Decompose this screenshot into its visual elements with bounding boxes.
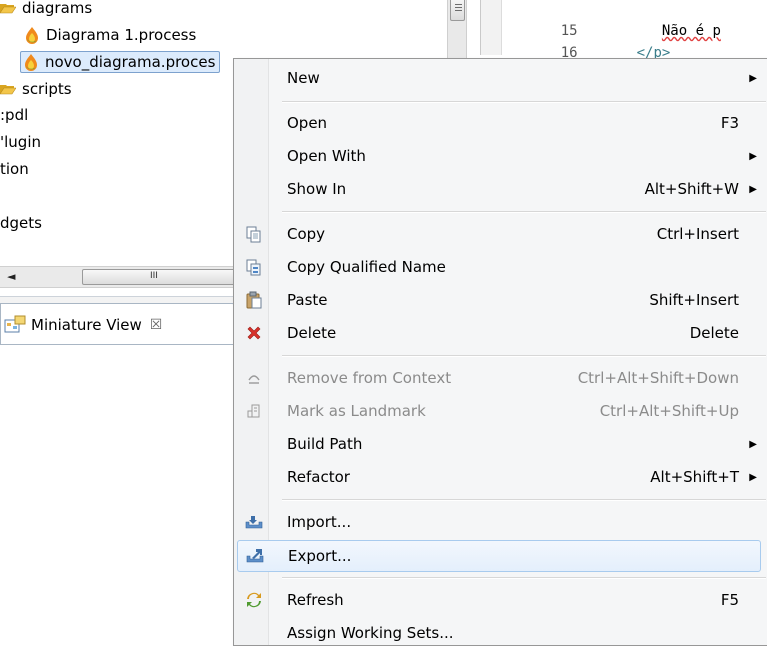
menu-separator — [282, 211, 766, 213]
submenu-arrow-icon: ▶ — [749, 150, 757, 162]
import-icon — [245, 513, 263, 531]
menu-item-copy[interactable]: Copy Ctrl+Insert — [237, 219, 759, 249]
tree-item-label: 'lugin — [0, 133, 41, 151]
folder-open-icon — [0, 85, 16, 95]
scrollbar-thumb[interactable] — [450, 0, 465, 21]
tree-item-novo-diagrama[interactable]: novo_diagrama.proces — [20, 51, 221, 73]
scrollbar-thumb[interactable] — [82, 269, 240, 285]
tree-item-widgets[interactable]: dgets — [0, 212, 42, 234]
miniature-view-panel — [0, 344, 240, 645]
shortcut-label: Shift+Insert — [649, 291, 739, 309]
tree-item-diagrama-1[interactable]: Diagrama 1.process — [24, 24, 196, 46]
menu-separator — [282, 577, 766, 579]
code-line-16: 16 </p> — [560, 45, 671, 61]
close-icon[interactable]: ☒ — [150, 317, 163, 333]
explorer-horizontal-scrollbar[interactable]: ◄ III — [0, 266, 240, 288]
menu-item-assign-working-sets[interactable]: Assign Working Sets... — [237, 618, 759, 645]
menu-separator — [282, 355, 766, 357]
tree-item-label: tion — [0, 160, 29, 178]
code-line-15: 15 Não é p — [560, 23, 721, 39]
miniature-view-tabbar: Miniature View ☒ — [0, 296, 240, 346]
submenu-arrow-icon: ▶ — [749, 72, 757, 84]
menu-separator — [282, 101, 766, 103]
scrollbar-grip — [455, 4, 462, 5]
menu-item-show-in[interactable]: Show In Alt+Shift+W ▶ — [237, 174, 759, 204]
folder-open-icon — [0, 4, 16, 14]
menu-item-refresh[interactable]: Refresh F5 — [237, 585, 759, 615]
shortcut-label: F3 — [720, 114, 739, 132]
menu-item-remove-from-context[interactable]: Remove from Context Ctrl+Alt+Shift+Down — [237, 363, 759, 393]
tree-item-label: novo_diagrama.proces — [45, 53, 216, 71]
menu-item-open-with[interactable]: Open With ▶ — [237, 141, 759, 171]
menu-separator — [282, 499, 766, 501]
tree-item-diagrams[interactable]: diagrams — [0, 0, 92, 19]
delete-icon — [245, 324, 263, 342]
code-editor[interactable]: ​ 15 Não é p 16 </p> — [480, 0, 767, 61]
scrollbar-grip — [455, 10, 462, 11]
shortcut-label: Delete — [689, 324, 739, 342]
menu-item-delete[interactable]: Delete Delete — [237, 318, 759, 348]
menu-item-copy-qualified-name[interactable]: Copy Qualified Name — [237, 252, 759, 282]
menu-item-build-path[interactable]: Build Path ▶ — [237, 429, 759, 459]
editor-gutter — [481, 0, 502, 55]
copy-icon — [245, 225, 263, 243]
submenu-arrow-icon: ▶ — [749, 438, 757, 450]
export-icon — [246, 547, 264, 565]
tree-item-scripts[interactable]: scripts — [0, 78, 72, 100]
menu-item-import[interactable]: Import... — [237, 507, 759, 537]
tree-item-label: Diagrama 1.process — [46, 26, 197, 44]
refresh-icon — [245, 591, 263, 609]
tab-miniature-view[interactable]: Miniature View ☒ — [0, 303, 238, 346]
menu-item-paste[interactable]: Paste Shift+Insert — [237, 285, 759, 315]
menu-item-refactor[interactable]: Refactor Alt+Shift+T ▶ — [237, 462, 759, 492]
tree-item-pdl[interactable]: :pdl — [0, 104, 28, 126]
menu-item-open[interactable]: Open F3 — [237, 108, 759, 138]
landmark-icon — [245, 402, 263, 420]
shortcut-label: Ctrl+Alt+Shift+Up — [599, 402, 739, 420]
shortcut-label: Ctrl+Alt+Shift+Down — [577, 369, 739, 387]
menu-item-mark-as-landmark[interactable]: Mark as Landmark Ctrl+Alt+Shift+Up — [237, 396, 759, 426]
menu-item-export[interactable]: Export... — [237, 540, 761, 572]
submenu-arrow-icon: ▶ — [749, 471, 757, 483]
miniature-view-icon — [4, 315, 26, 333]
process-file-icon — [26, 27, 38, 44]
tree-item-label: diagrams — [22, 0, 93, 17]
shortcut-label: F5 — [720, 591, 739, 609]
tab-label: Miniature View — [31, 316, 142, 334]
tree-item-tion[interactable]: tion — [0, 158, 29, 180]
scroll-left-arrow-icon[interactable]: ◄ — [7, 270, 15, 283]
shortcut-label: Alt+Shift+T — [650, 468, 739, 486]
context-menu: New ▶ Open F3 Open With ▶ Show In Alt+Sh… — [233, 58, 767, 646]
menu-item-new[interactable]: New ▶ — [237, 63, 759, 93]
tree-item-plugin[interactable]: 'lugin — [0, 131, 41, 153]
process-file-icon — [25, 54, 37, 71]
scrollbar-grip: III — [150, 271, 158, 281]
copy-qualified-name-icon — [245, 258, 263, 276]
tree-item-label: dgets — [0, 214, 42, 232]
tree-item-label: :pdl — [0, 106, 29, 124]
tree-item-label: scripts — [22, 80, 72, 98]
remove-context-icon — [245, 369, 263, 387]
shortcut-label: Alt+Shift+W — [644, 180, 739, 198]
submenu-arrow-icon: ▶ — [749, 183, 757, 195]
scrollbar-grip — [455, 7, 462, 8]
paste-icon — [245, 291, 263, 309]
shortcut-label: Ctrl+Insert — [656, 225, 739, 243]
